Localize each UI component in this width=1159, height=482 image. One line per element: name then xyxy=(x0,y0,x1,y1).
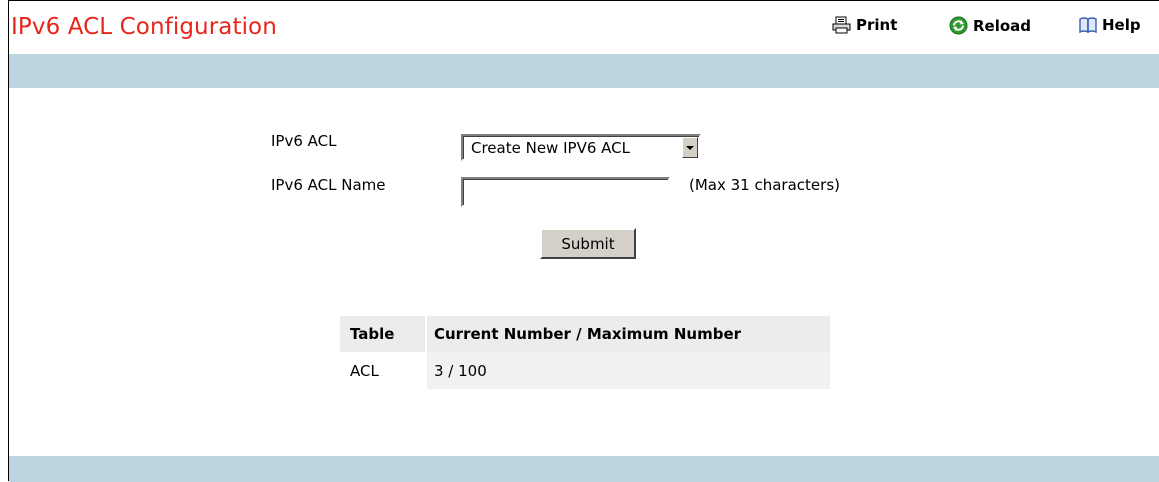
ipv6-acl-select[interactable]: Create New IPV6 ACL xyxy=(461,134,701,161)
help-label: Help xyxy=(1102,16,1141,34)
reload-button[interactable]: Reload xyxy=(949,16,1031,35)
print-button[interactable]: Print xyxy=(832,16,897,34)
bottom-band xyxy=(9,456,1159,482)
ipv6-acl-name-label: IPv6 ACL Name xyxy=(271,176,386,194)
dropdown-arrow-icon[interactable] xyxy=(682,137,698,158)
ipv6-acl-label: IPv6 ACL xyxy=(271,132,337,150)
ipv6-acl-name-hint: (Max 31 characters) xyxy=(689,176,840,194)
page-header: IPv6 ACL Configuration Print Reload Help xyxy=(9,1,1159,53)
table-header-cell: Current Number / Maximum Number xyxy=(427,316,830,352)
page-frame: IPv6 ACL Configuration Print Reload Help… xyxy=(8,0,1159,482)
reload-icon xyxy=(949,16,968,35)
page-title: IPv6 ACL Configuration xyxy=(11,14,277,40)
table-cell: 3 / 100 xyxy=(427,352,830,389)
ipv6-acl-name-input[interactable] xyxy=(461,177,670,207)
ipv6-acl-select-value: Create New IPV6 ACL xyxy=(471,139,630,157)
printer-icon xyxy=(832,16,851,34)
reload-label: Reload xyxy=(973,16,1032,35)
help-button[interactable]: Help xyxy=(1079,16,1141,34)
table-header-cell: Table xyxy=(340,316,425,352)
top-band xyxy=(9,54,1159,88)
print-label: Print xyxy=(856,16,898,34)
submit-button[interactable]: Submit xyxy=(540,228,636,259)
table-row: ACL 3 / 100 xyxy=(340,352,830,389)
table-header-row: Table Current Number / Maximum Number xyxy=(340,316,830,352)
help-book-icon xyxy=(1079,17,1097,34)
table-cell: ACL xyxy=(340,352,425,389)
